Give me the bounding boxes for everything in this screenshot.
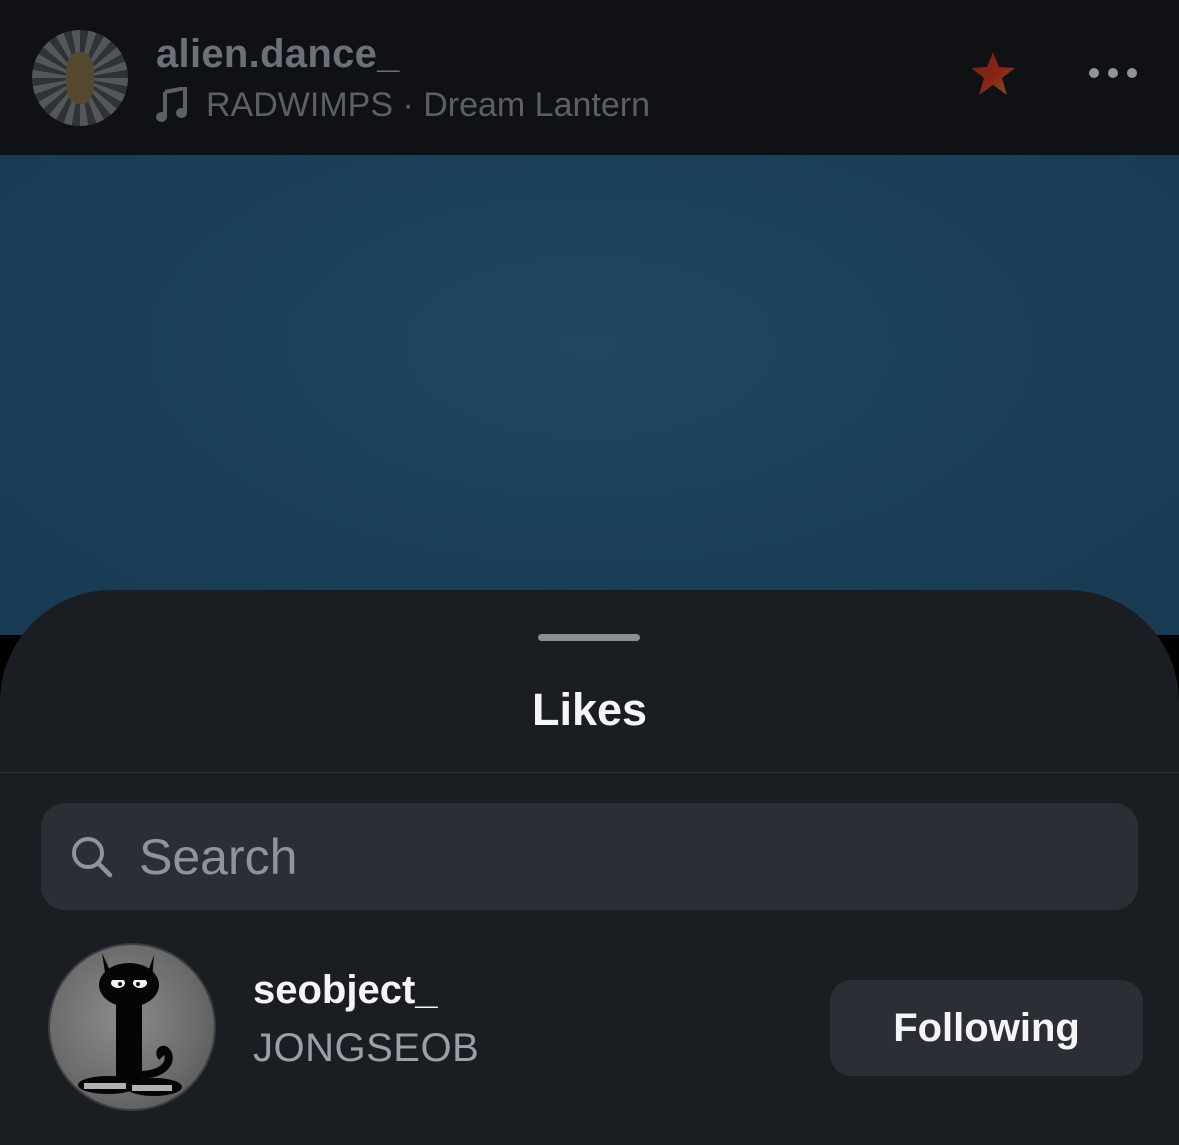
search-box[interactable] [41,803,1138,910]
post-meta: alien.dance_ RADWIMPS · Dream Lantern [156,31,650,125]
screen: alien.dance_ RADWIMPS · Dream Lantern Li… [0,0,1179,1145]
post-username[interactable]: alien.dance_ [156,31,650,77]
likes-sheet: Likes Search seobject_ JONGSEOB Followin… [0,590,1179,1145]
search-input[interactable] [139,821,1039,892]
more-options-icon[interactable] [1088,66,1138,80]
list-item[interactable]: seobject_ JONGSEOB Following [0,942,1179,1114]
music-note-icon [156,86,187,122]
post-author-avatar[interactable] [32,29,128,126]
following-button[interactable]: Following [830,980,1143,1076]
star-icon[interactable] [968,50,1018,98]
sheet-grabber[interactable] [538,634,640,641]
avatar-figure [66,51,94,104]
post-music-text: RADWIMPS · Dream Lantern [206,85,650,124]
search-icon [72,836,113,877]
post-music[interactable]: RADWIMPS · Dream Lantern [156,85,650,125]
sheet-divider [0,772,1179,773]
avatar[interactable] [48,943,216,1111]
user-username[interactable]: seobject_ [253,966,438,1014]
black-cat-image [78,953,182,1096]
post-image [0,155,1179,635]
sheet-title: Likes [531,684,648,735]
user-fullname: JONGSEOB [253,1026,480,1070]
post-header: alien.dance_ RADWIMPS · Dream Lantern [0,0,1179,155]
